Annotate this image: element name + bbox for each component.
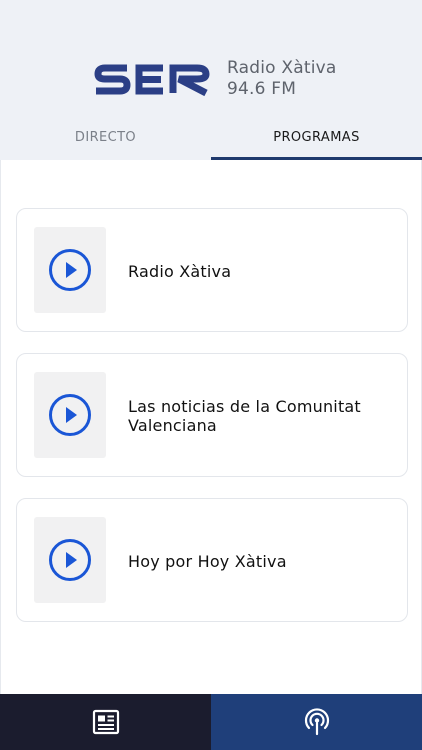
tab-directo[interactable]: DIRECTO [0, 114, 211, 160]
program-card-hoy-por-hoy[interactable]: Hoy por Hoy Xàtiva [16, 498, 408, 622]
program-thumbnail [34, 372, 106, 458]
nav-live-button[interactable] [211, 694, 422, 750]
nav-news-button[interactable] [0, 694, 211, 750]
brand: Radio Xàtiva 94.6 FM [93, 58, 337, 100]
program-title: Las noticias de la Comunitat Valenciana [128, 397, 361, 435]
ser-logo [94, 64, 210, 97]
app-header: Radio Xàtiva 94.6 FM DIRECTO PROGRAMAS [0, 0, 422, 160]
program-card-radio-xativa[interactable]: Radio Xàtiva [16, 208, 408, 332]
program-thumbnail [34, 227, 106, 313]
tab-bar: DIRECTO PROGRAMAS [0, 114, 422, 160]
program-title: Hoy por Hoy Xàtiva [128, 551, 287, 571]
station-frequency: 94.6 FM [227, 79, 297, 99]
station-name: Radio Xàtiva [227, 58, 337, 78]
bottom-navigation [0, 694, 422, 750]
play-icon[interactable] [48, 393, 92, 437]
news-icon [92, 709, 119, 735]
program-card-noticias[interactable]: Las noticias de la Comunitat Valenciana [16, 353, 408, 477]
program-title: Radio Xàtiva [128, 261, 232, 281]
tab-programas[interactable]: PROGRAMAS [211, 114, 422, 160]
station-info: Radio Xàtiva 94.6 FM [227, 58, 337, 100]
play-icon[interactable] [48, 248, 92, 292]
programs-list: Radio Xàtiva Las noticias de la Comunita… [0, 160, 422, 694]
broadcast-icon [304, 708, 329, 736]
play-icon[interactable] [48, 538, 92, 582]
program-thumbnail [34, 517, 106, 603]
